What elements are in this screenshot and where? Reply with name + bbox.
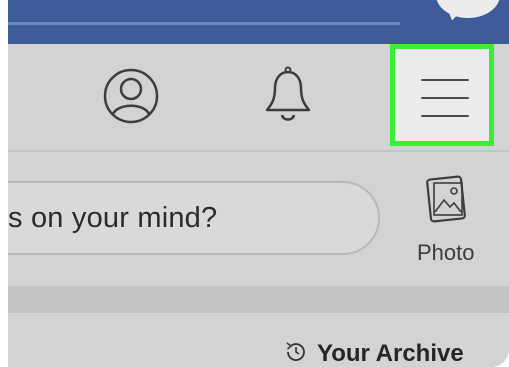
search-bar-underline[interactable] bbox=[8, 22, 400, 25]
hamburger-menu-icon-middle bbox=[421, 97, 469, 99]
hamburger-menu-icon-bottom bbox=[421, 115, 469, 117]
section-separator bbox=[8, 286, 509, 313]
screen: s on your mind? Photo Your Archive bbox=[0, 0, 509, 367]
menu-button[interactable] bbox=[390, 44, 494, 146]
your-archive-link[interactable]: Your Archive bbox=[317, 340, 464, 367]
profile-icon[interactable] bbox=[102, 67, 160, 125]
top-bar bbox=[8, 0, 509, 44]
photo-icon[interactable] bbox=[423, 174, 469, 226]
archive-clock-icon bbox=[284, 340, 308, 364]
hamburger-menu-icon bbox=[421, 79, 469, 81]
photo-label[interactable]: Photo bbox=[417, 240, 475, 266]
status-placeholder: s on your mind? bbox=[8, 202, 218, 234]
bell-icon[interactable] bbox=[260, 66, 316, 126]
app-frame: s on your mind? Photo Your Archive bbox=[8, 0, 509, 367]
